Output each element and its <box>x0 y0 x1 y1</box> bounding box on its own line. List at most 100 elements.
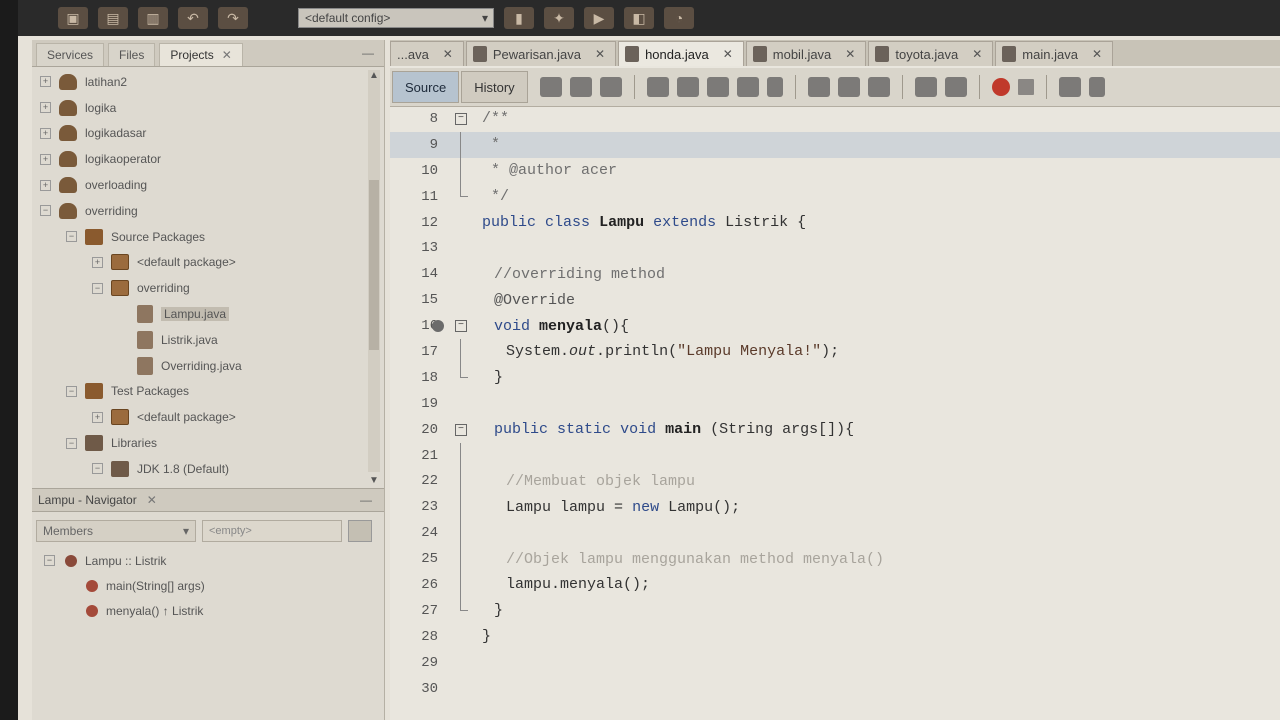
minimize-icon[interactable]: — <box>352 46 384 66</box>
next-bookmark-icon[interactable] <box>837 77 860 97</box>
expand-toggle-icon[interactable]: − <box>92 463 103 475</box>
editor: ...ava ✕ Pewarisan.java ✕ honda.java ✕ mobil.j… <box>390 40 1280 720</box>
navigator-item[interactable]: − Lampu :: Listrik <box>38 548 205 573</box>
tree-item[interactable]: + logika <box>32 95 384 121</box>
save-all-icon[interactable]: ▥ <box>138 7 168 29</box>
tree-item[interactable]: + logikaoperator <box>32 146 384 172</box>
tree-item[interactable]: − Test Packages <box>32 379 384 405</box>
expand-toggle-icon[interactable]: − <box>66 231 77 243</box>
expand-toggle-icon[interactable]: − <box>40 205 51 217</box>
last-edit-icon[interactable] <box>539 77 562 97</box>
expand-toggle-icon[interactable]: − <box>66 437 77 449</box>
open-project-icon[interactable]: ▤ <box>98 7 128 29</box>
tree-item[interactable]: Listrik.java <box>32 327 384 353</box>
run-icon[interactable]: ▶ <box>584 7 614 29</box>
find-icon[interactable] <box>646 77 669 97</box>
tree-item[interactable]: + logikadasar <box>32 121 384 147</box>
tab-files[interactable]: Files <box>108 43 156 66</box>
scrollbar-thumb[interactable] <box>369 180 379 350</box>
close-icon[interactable]: ✕ <box>1092 47 1102 61</box>
toggle-bookmark-icon[interactable] <box>867 77 890 97</box>
clean-build-icon[interactable]: ✦ <box>544 7 574 29</box>
shift-left-icon[interactable] <box>914 77 937 97</box>
toggle-rectangular-icon[interactable] <box>766 77 783 97</box>
tree-scrollbar[interactable]: ▲ ▼ <box>368 70 380 486</box>
forward-icon[interactable] <box>599 77 622 97</box>
build-icon[interactable]: ▮ <box>504 7 534 29</box>
previous-bookmark-icon[interactable] <box>807 77 830 97</box>
fold-toggle-icon[interactable]: − <box>455 112 467 125</box>
editor-tab[interactable]: mobil.java ✕ <box>745 41 867 66</box>
members-select[interactable]: Members ▾ <box>36 520 196 542</box>
close-icon[interactable]: ✕ <box>845 47 855 61</box>
expand-toggle-icon[interactable]: + <box>40 179 51 191</box>
close-icon[interactable]: ✕ <box>222 48 232 62</box>
close-icon[interactable]: ✕ <box>723 47 733 61</box>
tree-item[interactable]: Lampu.java <box>32 301 384 327</box>
expand-toggle-icon[interactable]: − <box>92 282 103 294</box>
expand-toggle-icon[interactable]: + <box>40 127 51 139</box>
expand-toggle-icon[interactable] <box>118 309 129 320</box>
config-combo[interactable]: <default config> ▾ <box>298 8 494 28</box>
tree-item[interactable]: − overriding <box>32 198 384 224</box>
navigator-item[interactable]: main(String[] args) <box>38 573 205 598</box>
expand-toggle-icon[interactable]: + <box>40 76 51 88</box>
redo-icon[interactable]: ↷ <box>218 7 248 29</box>
close-icon[interactable]: ✕ <box>972 47 982 61</box>
tree-item[interactable]: + overloading <box>32 172 384 198</box>
scroll-down-icon[interactable]: ▼ <box>368 475 380 486</box>
stop-macro-icon[interactable] <box>1017 79 1034 95</box>
navigator-item[interactable]: menyala() ↑ Listrik <box>38 598 205 623</box>
editor-tab[interactable]: honda.java ✕ <box>618 41 744 66</box>
new-project-icon[interactable]: ▣ <box>58 7 88 29</box>
close-icon[interactable]: ✕ <box>595 47 605 61</box>
uncomment-icon[interactable] <box>1088 77 1105 97</box>
source-button[interactable]: Source <box>392 71 460 103</box>
tree-item[interactable]: − Source Packages <box>32 224 384 250</box>
override-marker-icon[interactable] <box>432 320 444 333</box>
close-icon[interactable]: ✕ <box>443 47 453 61</box>
expand-toggle-icon[interactable]: − <box>66 385 77 397</box>
comment-icon[interactable] <box>1058 77 1081 97</box>
expand-toggle-icon[interactable] <box>118 334 129 345</box>
history-button[interactable]: History <box>461 71 528 103</box>
tree-item[interactable]: + <default package> <box>32 250 384 276</box>
expand-toggle-icon[interactable]: − <box>44 555 55 566</box>
tab-services[interactable]: Services <box>36 43 105 66</box>
find-next-icon[interactable] <box>706 77 729 97</box>
filter-settings-icon[interactable] <box>348 520 372 542</box>
code-area[interactable]: 8−/** 9 * 10 * @author acer 11 */12 public c… <box>390 106 1280 720</box>
scroll-up-icon[interactable]: ▲ <box>368 70 380 81</box>
back-icon[interactable] <box>569 77 592 97</box>
expand-toggle-icon[interactable] <box>118 360 129 371</box>
tree-item[interactable]: + <default package> <box>32 404 384 430</box>
tree-item[interactable]: − JDK 1.8 (Default) <box>32 456 384 482</box>
expand-toggle-icon[interactable]: + <box>40 102 51 114</box>
toggle-highlight-icon[interactable] <box>736 77 759 97</box>
editor-tab[interactable]: Pewarisan.java ✕ <box>465 41 617 66</box>
tree-item[interactable]: Overriding.java <box>32 353 384 379</box>
code-token: Lampu <box>668 498 714 516</box>
start-macro-icon[interactable] <box>991 78 1010 96</box>
editor-tab[interactable]: ...ava ✕ <box>390 41 464 66</box>
tree-item[interactable]: + latihan2 <box>32 69 384 95</box>
tree-item[interactable]: − overriding <box>32 275 384 301</box>
fold-toggle-icon[interactable]: − <box>455 320 467 333</box>
profile-icon[interactable]: ◔ <box>664 7 694 29</box>
navigator-empty-field[interactable]: <empty> <box>202 520 342 542</box>
close-icon[interactable]: ✕ <box>147 493 157 507</box>
expand-toggle-icon[interactable]: + <box>92 256 103 268</box>
editor-tab[interactable]: main.java ✕ <box>995 41 1113 66</box>
debug-icon[interactable]: ◧ <box>624 7 654 29</box>
tree-item[interactable]: − Libraries <box>32 430 384 456</box>
undo-icon[interactable]: ↶ <box>178 7 208 29</box>
tab-projects[interactable]: Projects ✕ <box>159 43 243 66</box>
shift-right-icon[interactable] <box>944 77 967 97</box>
find-previous-icon[interactable] <box>676 77 699 97</box>
fold-toggle-icon[interactable]: − <box>455 423 467 436</box>
expand-toggle-icon[interactable]: + <box>40 153 51 165</box>
editor-tab[interactable]: toyota.java ✕ <box>868 41 994 66</box>
expand-toggle-icon[interactable]: + <box>92 411 103 423</box>
minimize-icon[interactable]: — <box>360 493 372 507</box>
